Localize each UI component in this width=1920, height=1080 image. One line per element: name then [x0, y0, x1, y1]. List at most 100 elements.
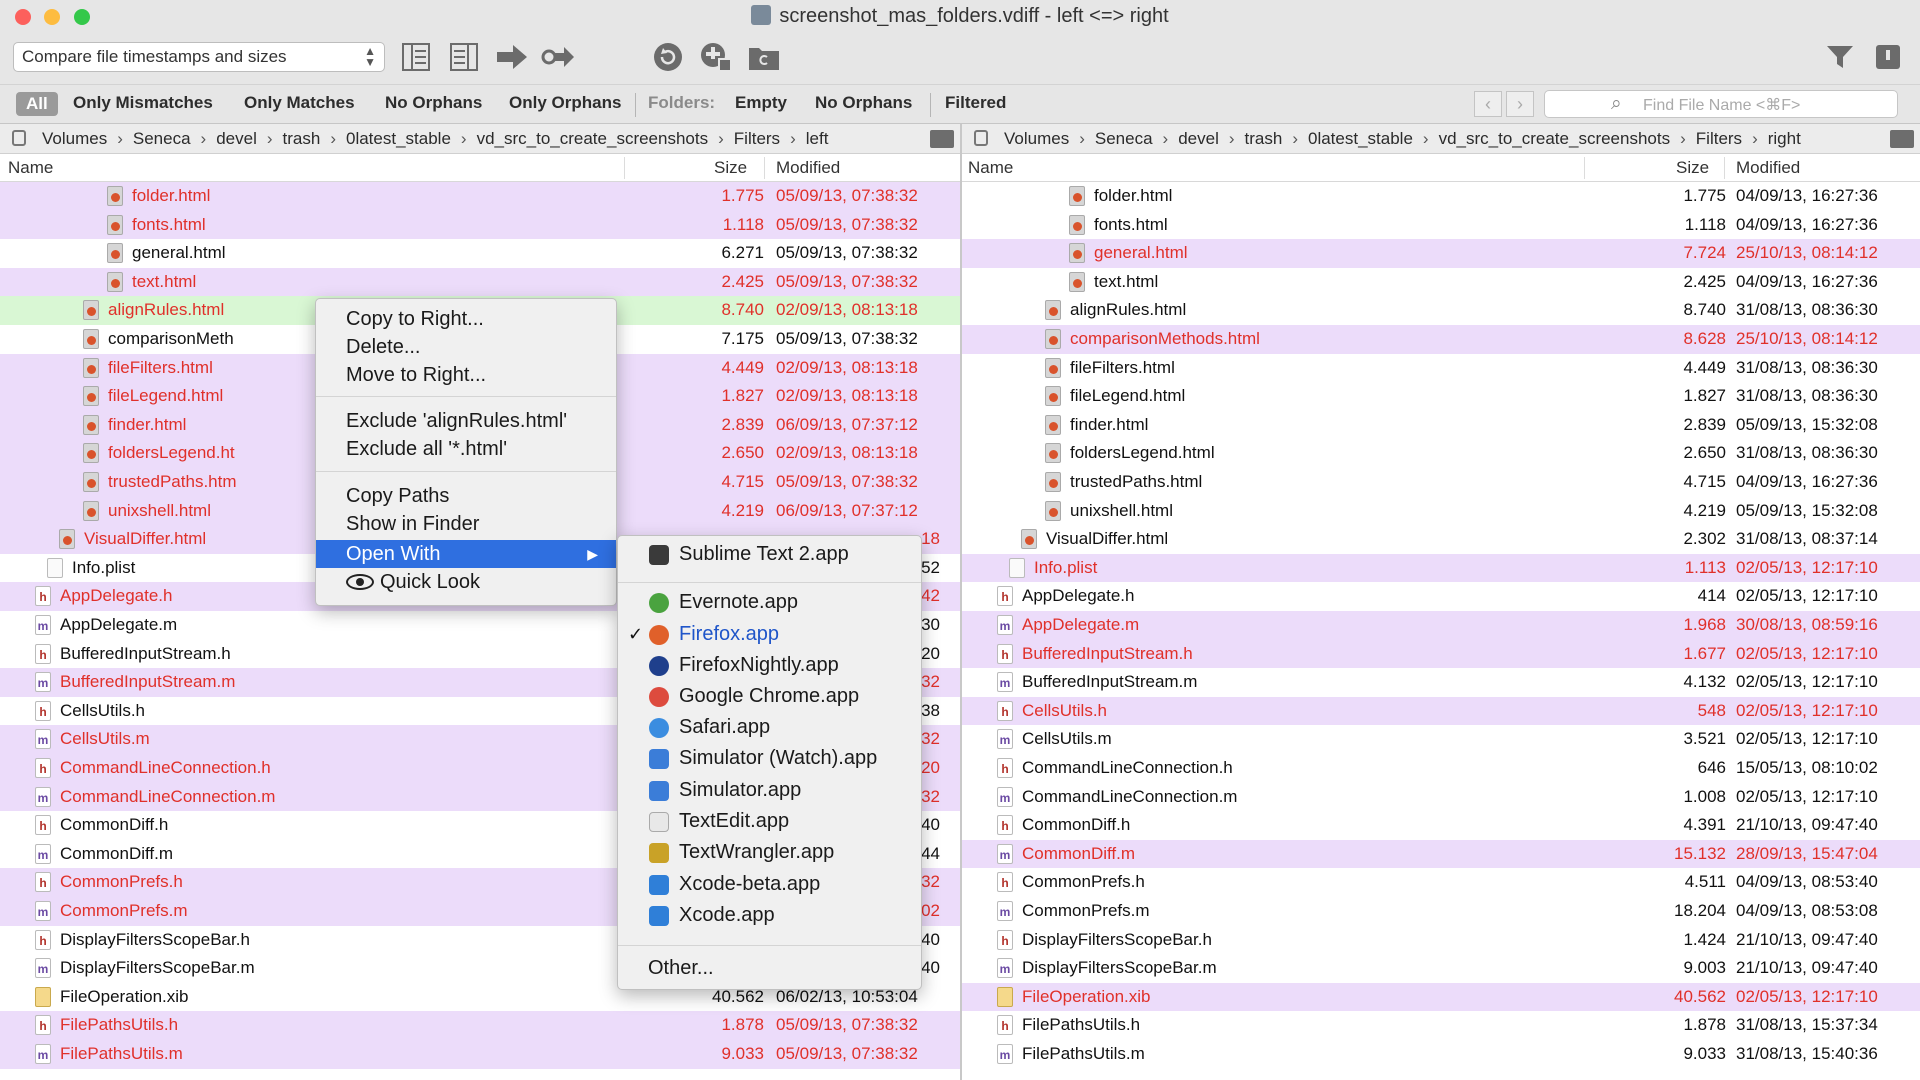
breadcrumb-item[interactable]: Filters	[1696, 129, 1742, 148]
open-with-app-item[interactable]: Xcode.app	[618, 901, 921, 929]
breadcrumb-item[interactable]: Volumes	[1004, 129, 1069, 148]
lock-icon[interactable]	[12, 130, 26, 146]
file-row[interactable]: text.html 2.425 04/09/13, 16:27:36	[962, 267, 1920, 297]
breadcrumb-item[interactable]: Seneca	[1095, 129, 1153, 148]
file-row[interactable]: general.html 7.724 25/10/13, 08:14:12	[962, 239, 1920, 268]
size-column-header[interactable]: Size	[714, 158, 747, 178]
file-row[interactable]: folder.html 1.775 04/09/13, 16:27:36	[962, 182, 1920, 211]
file-row[interactable]: h CommandLineConnection.h 646 15/05/13, 08:…	[962, 754, 1920, 783]
modified-column-header[interactable]: Modified	[1736, 158, 1800, 178]
copy-paths-menu-item[interactable]: Copy Paths	[316, 482, 616, 510]
file-row[interactable]: fileLegend.html 1.827 31/08/13, 08:36:30	[962, 382, 1920, 411]
compare-mode-select[interactable]: Compare file timestamps and sizes ▲ ▼	[13, 42, 385, 72]
file-row[interactable]: h FilePathsUtils.h 1.878 31/08/13, 15:37:34	[962, 1011, 1920, 1040]
file-row[interactable]: unixshell.html 4.219 05/09/13, 15:32:08	[962, 496, 1920, 526]
filter-only-mismatches-button[interactable]: Only Mismatches	[73, 93, 213, 113]
right-panel-icon[interactable]	[446, 40, 482, 74]
quick-look-menu-item[interactable]: Quick Look	[316, 568, 616, 596]
file-row[interactable]: Info.plist 1.113 02/05/13, 12:17:10	[962, 553, 1920, 583]
open-with-app-item[interactable]: Sublime Text 2.app	[618, 540, 921, 568]
open-with-app-item[interactable]: TextEdit.app	[618, 807, 921, 835]
file-row[interactable]: h AppDelegate.h 414 02/05/13, 12:17:10	[962, 582, 1920, 611]
open-with-app-item[interactable]: Evernote.app	[618, 588, 921, 616]
file-row[interactable]: m FilePathsUtils.m 9.033 05/09/13, 07:38:32	[0, 1040, 960, 1069]
breadcrumb-item[interactable]: right	[1768, 129, 1801, 148]
open-with-app-item[interactable]: FirefoxNightly.app	[618, 651, 921, 679]
modified-column-header[interactable]: Modified	[776, 158, 840, 178]
file-row[interactable]: m FilePathsUtils.m 9.033 31/08/13, 15:40:36	[962, 1040, 1920, 1069]
breadcrumb-item[interactable]: devel	[216, 129, 257, 148]
file-row[interactable]: comparisonMethods.html 8.628 25/10/13, 08:…	[962, 325, 1920, 354]
arrow-right-icon[interactable]	[494, 40, 530, 74]
lock-icon[interactable]	[974, 130, 988, 146]
file-row[interactable]: m BufferedInputStream.m 4.132 02/05/13, 12:…	[962, 668, 1920, 697]
copy-to-right-menu-item[interactable]: Copy to Right...	[316, 305, 616, 333]
exclude-file-menu-item[interactable]: Exclude 'alignRules.html'	[316, 407, 616, 435]
file-row[interactable]: h CommonPrefs.h 4.511 04/09/13, 08:53:40	[962, 868, 1920, 897]
sidebar-icon[interactable]	[1870, 40, 1906, 74]
breadcrumb-item[interactable]: trash	[1245, 129, 1283, 148]
file-row[interactable]: m AppDelegate.m 1.968 30/08/13, 08:59:16	[962, 611, 1920, 640]
filter-all-button[interactable]: All	[16, 92, 58, 116]
filter-only-orphans-button[interactable]: Only Orphans	[509, 93, 621, 113]
file-row[interactable]: m CommandLineConnection.m 1.008 02/05/13, 1…	[962, 782, 1920, 812]
find-file-search-input[interactable]: ⌕ Find File Name <⌘F>	[1544, 90, 1898, 118]
file-row[interactable]: h FilePathsUtils.h 1.878 05/09/13, 07:38:32	[0, 1011, 960, 1040]
breadcrumb-item[interactable]: vd_src_to_create_screenshots	[1439, 129, 1671, 148]
refresh-icon[interactable]	[650, 40, 686, 74]
file-row[interactable]: trustedPaths.html 4.715 04/09/13, 16:27:36	[962, 468, 1920, 497]
file-row[interactable]: h CommonDiff.h 4.391 21/10/13, 09:47:40	[962, 811, 1920, 840]
file-row[interactable]: folder.html 1.775 05/09/13, 07:38:32	[0, 182, 960, 211]
file-row[interactable]: fonts.html 1.118 05/09/13, 07:38:32	[0, 210, 960, 240]
open-with-app-item[interactable]: ✓ Firefox.app	[618, 620, 921, 648]
folder-icon[interactable]	[746, 40, 782, 74]
file-row[interactable]: m CellsUtils.m 3.521 02/05/13, 12:17:10	[962, 725, 1920, 754]
file-row[interactable]: finder.html 2.839 05/09/13, 15:32:08	[962, 410, 1920, 440]
open-with-app-item[interactable]: Google Chrome.app	[618, 682, 921, 710]
file-row[interactable]: m CommonPrefs.m 18.204 04/09/13, 08:53:08	[962, 897, 1920, 926]
breadcrumb-item[interactable]: vd_src_to_create_screenshots	[477, 129, 709, 148]
name-column-header[interactable]: Name	[8, 158, 53, 178]
chevron-left-icon[interactable]: ‹	[1474, 91, 1502, 117]
breadcrumb-item[interactable]: trash	[283, 129, 321, 148]
key-arrow-icon[interactable]	[540, 40, 576, 74]
open-with-app-item[interactable]: Xcode-beta.app	[618, 870, 921, 898]
show-in-finder-menu-item[interactable]: Show in Finder	[316, 510, 616, 538]
other-app-menu-item[interactable]: Other...	[618, 954, 921, 982]
folder-filter-empty-button[interactable]: Empty	[735, 93, 787, 113]
breadcrumb-item[interactable]: 0latest_stable	[1308, 129, 1413, 148]
filter-icon[interactable]	[1822, 40, 1858, 74]
filter-only-matches-button[interactable]: Only Matches	[244, 93, 355, 113]
file-row[interactable]: foldersLegend.html 2.650 31/08/13, 08:36:3…	[962, 439, 1920, 468]
move-to-right-menu-item[interactable]: Move to Right...	[316, 361, 616, 389]
breadcrumb-item[interactable]: Seneca	[133, 129, 191, 148]
exclude-all-menu-item[interactable]: Exclude all '*.html'	[316, 435, 616, 463]
left-panel-icon[interactable]	[398, 40, 434, 74]
open-with-app-item[interactable]: Safari.app	[618, 713, 921, 741]
size-column-header[interactable]: Size	[1676, 158, 1709, 178]
file-row[interactable]: h BufferedInputStream.h 1.677 02/05/13, 12:…	[962, 639, 1920, 669]
breadcrumb-item[interactable]: devel	[1178, 129, 1219, 148]
file-row[interactable]: text.html 2.425 05/09/13, 07:38:32	[0, 267, 960, 297]
delete-menu-item[interactable]: Delete...	[316, 333, 616, 361]
file-row[interactable]: h CellsUtils.h 548 02/05/13, 12:17:10	[962, 696, 1920, 726]
open-with-app-item[interactable]: Simulator.app	[618, 776, 921, 804]
file-row[interactable]: alignRules.html 8.740 31/08/13, 08:36:30	[962, 296, 1920, 325]
sync-icon[interactable]	[698, 40, 734, 74]
file-row[interactable]: VisualDiffer.html 2.302 31/08/13, 08:37:14	[962, 525, 1920, 554]
open-with-app-item[interactable]: Simulator (Watch).app	[618, 744, 921, 772]
open-with-menu-item[interactable]: Open With ▶	[316, 540, 616, 568]
breadcrumb-item[interactable]: left	[806, 129, 829, 148]
file-row[interactable]: m DisplayFiltersScopeBar.m 9.003 21/10/13, …	[962, 954, 1920, 983]
file-row[interactable]: general.html 6.271 05/09/13, 07:38:32	[0, 239, 960, 268]
file-row[interactable]: h DisplayFiltersScopeBar.h 1.424 21/10/13, …	[962, 925, 1920, 955]
breadcrumb-item[interactable]: 0latest_stable	[346, 129, 451, 148]
chevron-right-icon[interactable]: ›	[1506, 91, 1534, 117]
folder-filter-no-orphans-button[interactable]: No Orphans	[815, 93, 912, 113]
breadcrumb-item[interactable]: Filters	[734, 129, 780, 148]
folder-icon[interactable]	[1890, 130, 1914, 148]
file-row[interactable]: fonts.html 1.118 04/09/13, 16:27:36	[962, 210, 1920, 240]
open-with-app-item[interactable]: TextWrangler.app	[618, 838, 921, 866]
file-row[interactable]: m CommonDiff.m 15.132 28/09/13, 15:47:04	[962, 839, 1920, 869]
folder-icon[interactable]	[930, 130, 954, 148]
